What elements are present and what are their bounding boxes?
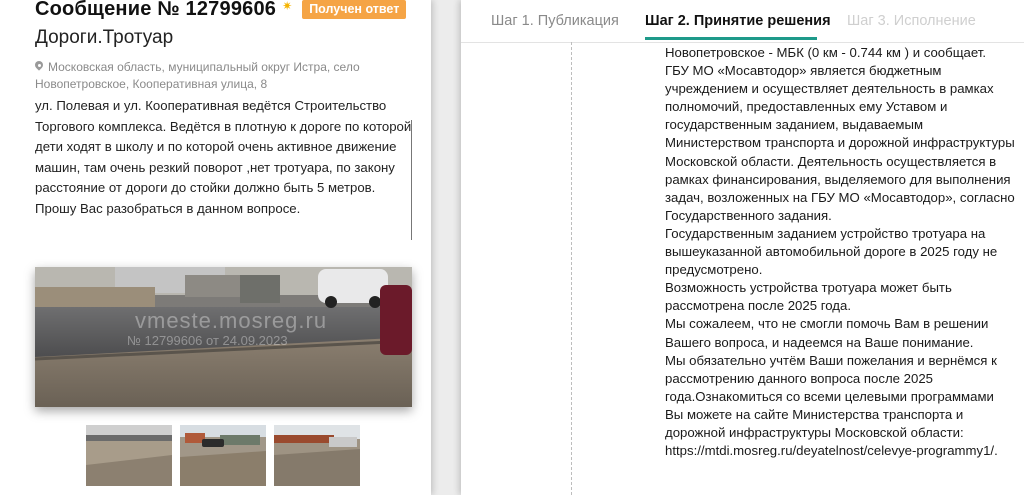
- message-title: Сообщение № 12799606: [35, 0, 277, 20]
- thumbnail-image: [180, 425, 266, 486]
- thumbnail-image: [86, 425, 172, 486]
- tab-step-execution: Шаг 3. Исполнение: [847, 13, 976, 29]
- steps-tabs: Шаг 1. Публикация Шаг 2. Принятие решени…: [461, 0, 1024, 43]
- active-tab-indicator: [645, 37, 817, 40]
- main-photo[interactable]: vmeste.mosreg.ru № 12799606 от 24.09.202…: [35, 267, 412, 407]
- thumbnail-1[interactable]: [86, 425, 172, 486]
- tab-step-decision[interactable]: Шаг 2. Принятие решения: [645, 13, 831, 29]
- answer-text: Новопетровское - МБК (0 км - 0.744 км ) …: [665, 45, 1015, 459]
- message-header: Сообщение № 12799606 ✷ Получен ответ: [35, 0, 407, 21]
- message-panel: Сообщение № 12799606 ✷ Получен ответ Дор…: [0, 0, 431, 495]
- photo-watermark: vmeste.mosreg.ru: [135, 308, 328, 333]
- message-category: Дороги.Тротуар: [35, 27, 174, 48]
- tab-step-publication[interactable]: Шаг 1. Публикация: [491, 13, 619, 29]
- thumbnail-3[interactable]: [274, 425, 360, 486]
- message-text-scrollbar[interactable]: [411, 120, 412, 240]
- message-text-scroll[interactable]: ул. Полевая и ул. Кооперативная ведётся …: [35, 100, 413, 240]
- status-badge: Получен ответ: [302, 0, 407, 19]
- message-text: ул. Полевая и ул. Кооперативная ведётся …: [35, 100, 412, 216]
- sun-icon: ✷: [282, 0, 293, 13]
- message-address: Московская область, муниципальный округ …: [35, 59, 395, 93]
- location-pin-icon: [35, 61, 43, 72]
- answer-panel: Шаг 1. Публикация Шаг 2. Принятие решени…: [461, 0, 1024, 495]
- timeline-divider: [571, 42, 572, 495]
- photo-thumbnails: [86, 425, 360, 486]
- thumbnail-image: [274, 425, 360, 486]
- address-text: Московская область, муниципальный округ …: [35, 60, 360, 91]
- photo-stamp: № 12799606 от 24.09.2023: [127, 333, 288, 348]
- thumbnail-2[interactable]: [180, 425, 266, 486]
